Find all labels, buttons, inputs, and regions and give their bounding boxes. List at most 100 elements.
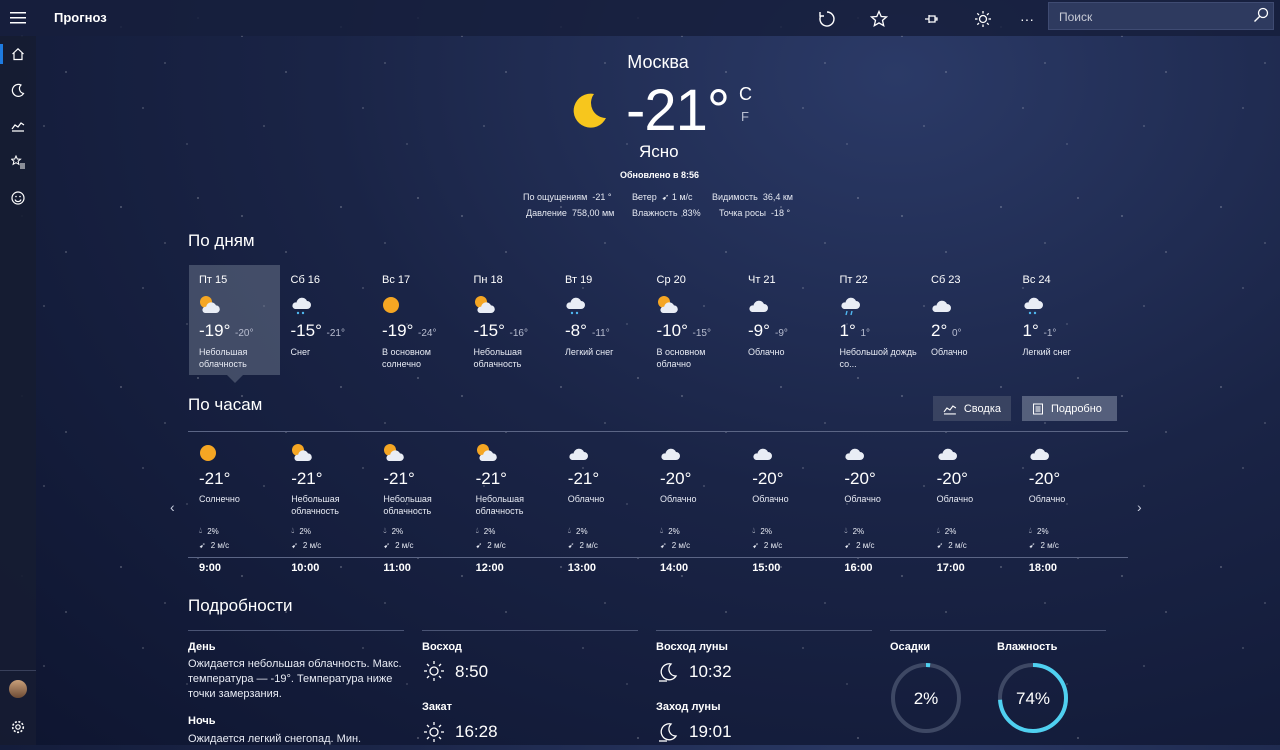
drop-icon: 💧︎ bbox=[383, 526, 387, 535]
hour-temp: -20° bbox=[660, 469, 692, 488]
chart-area-icon bbox=[943, 404, 957, 414]
hour-wind: ➹ 2 м/с bbox=[1028, 541, 1059, 550]
sidebar-item-favorites[interactable] bbox=[0, 144, 36, 180]
day-name: Пт 22 bbox=[839, 274, 868, 286]
hour-description: Облачно bbox=[936, 494, 974, 504]
day-card[interactable]: Пн 18 -15° -16° Небольшая облачность bbox=[464, 265, 555, 375]
hour-time: 10:00 bbox=[291, 562, 320, 574]
hour-precip: 💧︎ 2% bbox=[291, 526, 311, 536]
day-card[interactable]: Ср 20 -10° -15° В основном облачно bbox=[647, 265, 738, 375]
sunrise-icon bbox=[424, 661, 444, 681]
refresh-button[interactable] bbox=[816, 8, 838, 30]
night-label: Ночь bbox=[188, 715, 216, 727]
day-card[interactable]: Сб 23 2° 0° Облачно bbox=[921, 265, 1012, 375]
search-icon bbox=[1254, 7, 1269, 22]
wind-arrow-icon: ➹ bbox=[1028, 541, 1036, 550]
hour-column[interactable]: -21° Небольшая облачность 💧︎ 2% ➹ 2 м/с 11:00 bbox=[373, 440, 465, 585]
more-button[interactable]: ··· bbox=[1016, 8, 1038, 30]
day-low-temp: -1° bbox=[1043, 328, 1057, 339]
hour-precip: 💧︎ 2% bbox=[936, 526, 957, 536]
drop-icon: 💧︎ bbox=[567, 526, 571, 535]
day-name: Сб 23 bbox=[931, 274, 961, 286]
day-description: В основном солнечно bbox=[382, 347, 431, 369]
sidebar-item-maps[interactable] bbox=[0, 72, 36, 108]
summary-button[interactable]: Сводка bbox=[933, 396, 1011, 421]
day-description: Небольшая облачность bbox=[199, 347, 248, 369]
hour-wind: ➹ 2 м/с bbox=[752, 541, 783, 550]
day-low-temp: -21° bbox=[326, 328, 345, 339]
day-card[interactable]: Вт 19 -8° -11° Легкий снег bbox=[555, 265, 646, 375]
hour-column[interactable]: -21° Небольшая облачность 💧︎ 2% ➹ 2 м/с 12:00 bbox=[466, 440, 558, 585]
humidity-ring-label: Влажность bbox=[997, 641, 1058, 653]
sidebar-item-settings[interactable] bbox=[0, 709, 36, 745]
hour-description: Облачно bbox=[752, 494, 789, 504]
hourly-prev-button[interactable]: ‹ bbox=[170, 499, 175, 515]
search-box[interactable] bbox=[1048, 2, 1274, 30]
sun-icon bbox=[380, 294, 402, 321]
title-bar: Прогноз ··· bbox=[0, 0, 1280, 36]
avatar[interactable] bbox=[9, 680, 27, 698]
hourly-next-button[interactable]: › bbox=[1137, 499, 1142, 515]
favorite-button[interactable] bbox=[868, 8, 890, 30]
day-card[interactable]: Вс 17 -19° -24° В основном солнечно bbox=[372, 265, 463, 375]
rain-icon bbox=[838, 294, 862, 321]
cloud-icon bbox=[658, 442, 682, 469]
day-low-temp: -11° bbox=[592, 328, 610, 339]
day-card[interactable]: Вс 24 1° -1° Легкий снег bbox=[1013, 265, 1104, 375]
hour-column[interactable]: -21° Небольшая облачность 💧︎ 2% ➹ 2 м/с 10:00 bbox=[281, 440, 373, 585]
hour-column[interactable]: -21° Облачно 💧︎ 2% ➹ 2 м/с 13:00 bbox=[558, 440, 650, 585]
hour-column[interactable]: -20° Облачно 💧︎ 2% ➹ 2 м/с 18:00 bbox=[1019, 440, 1111, 585]
drop-icon: 💧︎ bbox=[844, 526, 848, 535]
hour-time: 14:00 bbox=[660, 562, 689, 574]
search-input[interactable] bbox=[1057, 8, 1251, 26]
wind-arrow-icon: ➹ bbox=[661, 192, 670, 202]
pin-button[interactable] bbox=[920, 8, 942, 30]
day-high-temp: -10° bbox=[656, 321, 688, 340]
day-card[interactable]: Пт 15 -19° -20° Небольшая облачность bbox=[189, 265, 280, 383]
unit-fahrenheit-toggle[interactable]: F bbox=[741, 109, 749, 124]
day-high-temp: -15° bbox=[473, 321, 505, 340]
hour-column[interactable]: -20° Облачно 💧︎ 2% ➹ 2 м/с 17:00 bbox=[927, 440, 1019, 585]
star-icon bbox=[870, 10, 888, 28]
day-card[interactable]: Пт 22 1° 1° Небольшой дождь со... bbox=[830, 265, 921, 375]
sidebar-item-history[interactable] bbox=[0, 108, 36, 144]
day-card[interactable]: Чт 21 -9° -9° Облачно bbox=[738, 265, 829, 375]
day-description: Облачно bbox=[931, 347, 968, 357]
moon-icon bbox=[566, 88, 610, 132]
sun-outline-icon bbox=[975, 11, 991, 27]
search-button[interactable] bbox=[1253, 7, 1269, 28]
hour-precip: 💧︎ 2% bbox=[475, 526, 496, 536]
hour-column[interactable]: -20° Облачно 💧︎ 2% ➹ 2 м/с 14:00 bbox=[650, 440, 742, 585]
day-name: Вс 17 bbox=[382, 274, 411, 286]
star-list-icon bbox=[11, 155, 25, 169]
precip-ring: 2% bbox=[891, 663, 961, 733]
pressure: Давление 758,00 мм bbox=[526, 208, 615, 218]
feels-like: По ощущениям -21 ° bbox=[523, 192, 612, 202]
hour-precip: 💧︎ 2% bbox=[660, 526, 680, 536]
day-description: Облачно bbox=[748, 347, 785, 357]
hour-temp: -20° bbox=[936, 469, 968, 488]
hamburger-menu-button[interactable] bbox=[0, 0, 36, 36]
day-card[interactable]: Сб 16 -15° -21° Снег bbox=[281, 265, 372, 375]
hour-wind: ➹ 2 м/с bbox=[475, 541, 506, 550]
hour-wind: ➹ 2 м/с bbox=[383, 541, 414, 550]
chart-line-icon bbox=[11, 122, 25, 132]
hour-column[interactable]: -20° Облачно 💧︎ 2% ➹ 2 м/с 15:00 bbox=[742, 440, 834, 585]
details-button[interactable]: Подробно bbox=[1022, 396, 1117, 421]
moonset-time: 19:01 bbox=[689, 722, 732, 741]
hour-wind: ➹ 2 м/с bbox=[199, 541, 230, 550]
sidebar-item-feedback[interactable] bbox=[0, 180, 36, 216]
chevron-left-icon: ‹ bbox=[170, 499, 175, 515]
hour-column[interactable]: -20° Облачно 💧︎ 2% ➹ 2 м/с 16:00 bbox=[834, 440, 926, 585]
day-text: Ожидается небольшая облачность. Макс. те… bbox=[188, 658, 402, 700]
hamburger-icon bbox=[10, 12, 26, 24]
hour-column[interactable]: -21° Солнечно 💧︎ 2% ➹ 2 м/с 9:00 bbox=[189, 440, 281, 585]
partly-cloudy-icon bbox=[197, 294, 221, 321]
brightness-button[interactable] bbox=[972, 8, 994, 30]
humidity-ring-value: 74% bbox=[1016, 689, 1050, 708]
hour-time: 15:00 bbox=[752, 562, 781, 574]
unit-celsius-toggle[interactable]: C bbox=[739, 84, 752, 105]
sunrise-time: 8:50 bbox=[455, 662, 489, 681]
wind-arrow-icon: ➹ bbox=[383, 541, 391, 550]
hour-wind: ➹ 2 м/с bbox=[291, 541, 322, 550]
